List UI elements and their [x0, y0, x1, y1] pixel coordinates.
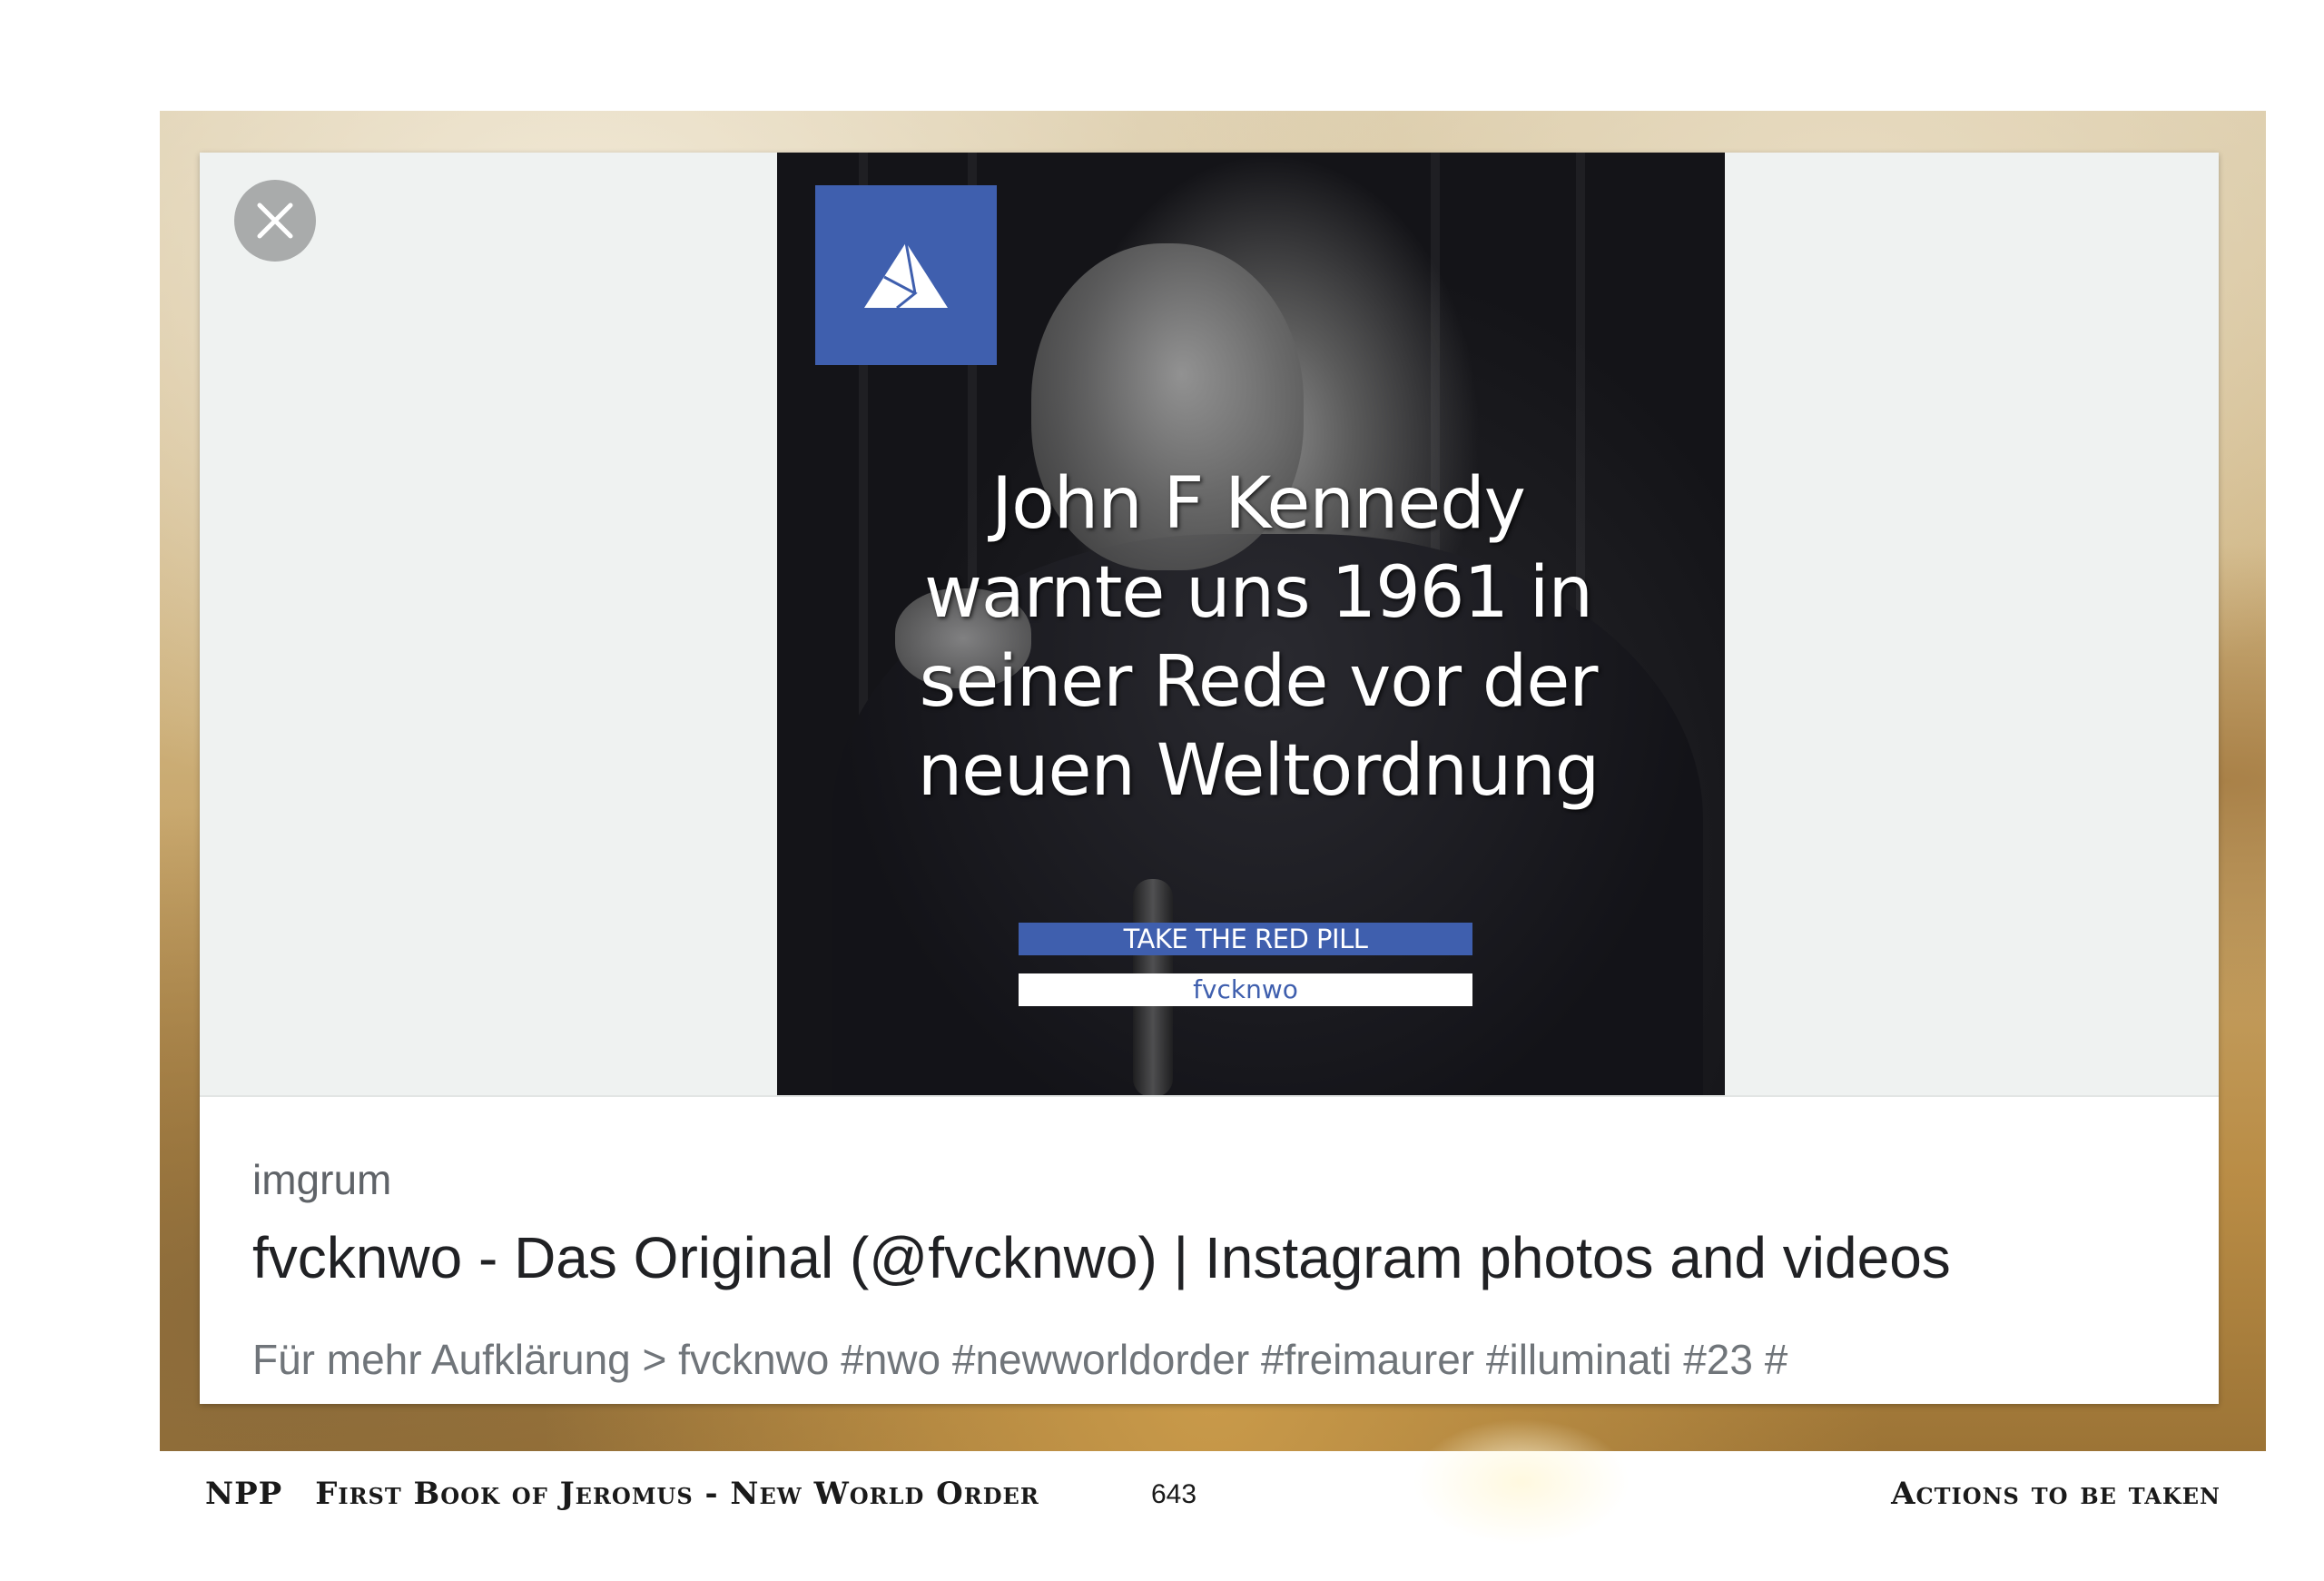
source-site[interactable]: imgrum	[252, 1155, 391, 1204]
headline-line: neuen Weltordnung	[917, 730, 1600, 812]
footer-left: NPP First Book of Jeromus - New World Ord…	[205, 1476, 1039, 1512]
footer-book-title: First Book of Jeromus - New World Order	[315, 1476, 1039, 1512]
preview-image[interactable]: John F Kennedy warnte uns 1961 in seiner…	[777, 153, 1725, 1095]
image-banner: TAKE THE RED PILL	[1019, 923, 1472, 955]
close-button[interactable]	[234, 180, 316, 262]
close-icon	[257, 203, 293, 239]
triangle-logo-icon	[815, 185, 997, 365]
page-footer: NPP First Book of Jeromus - New World Ord…	[0, 1476, 2324, 1521]
footer-section: Actions to be taken	[1891, 1476, 2221, 1512]
image-headline: John F Kennedy warnte uns 1961 in seiner…	[868, 459, 1649, 815]
page: John F Kennedy warnte uns 1961 in seiner…	[0, 0, 2324, 1581]
image-handle: fvcknwo	[1019, 973, 1472, 1006]
result-description: Für mehr Aufklärung > fvcknwo #nwo #neww…	[252, 1336, 1788, 1383]
result-title-link[interactable]: fvcknwo - Das Original (@fvcknwo) | Inst…	[252, 1224, 1951, 1291]
footer-abbr: NPP	[205, 1476, 283, 1512]
image-preview-card: John F Kennedy warnte uns 1961 in seiner…	[200, 153, 2219, 1404]
headline-line: John F Kennedy	[991, 463, 1526, 545]
headline-line: warnte uns 1961 in	[924, 552, 1593, 634]
image-preview-area: John F Kennedy warnte uns 1961 in seiner…	[200, 153, 2219, 1097]
page-number: 643	[1151, 1479, 1197, 1509]
headline-line: seiner Rede vor der	[919, 641, 1599, 723]
